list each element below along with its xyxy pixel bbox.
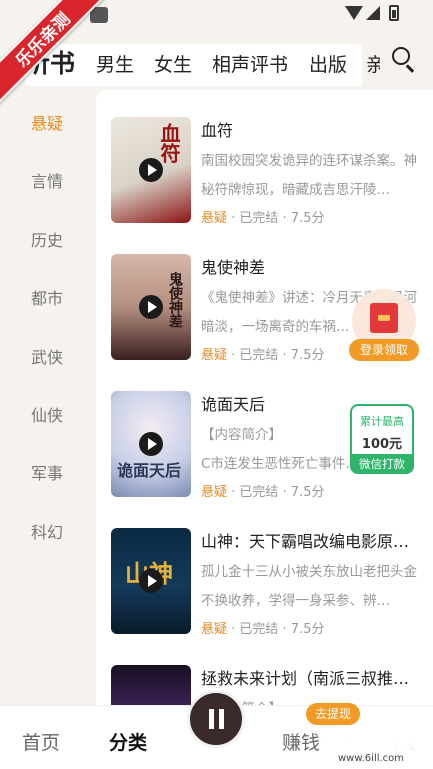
book-title: 拯救未来计划（南派三叔推… bbox=[201, 669, 410, 688]
sidebar-item-scifi[interactable]: 科幻 bbox=[0, 519, 96, 543]
book-title: 山神：天下霸唱改编电影原… bbox=[201, 532, 410, 551]
book-cover: 诡面天后 bbox=[111, 391, 191, 497]
play-icon bbox=[139, 158, 163, 182]
signal-icon bbox=[366, 6, 380, 20]
book-cover: 山神 bbox=[111, 528, 191, 634]
search-button[interactable] bbox=[392, 47, 418, 73]
sidebar-item-romance[interactable]: 言情 bbox=[0, 168, 96, 192]
sidebar-item-military[interactable]: 军事 bbox=[0, 460, 96, 484]
book-cover: 鬼使神差 bbox=[111, 254, 191, 360]
wechat-payout-button[interactable]: 微信打款 bbox=[350, 454, 414, 474]
site-watermark: 乐乐游戏 www.6ill.com bbox=[318, 726, 418, 765]
book-cover: 血符 bbox=[111, 117, 191, 223]
login-claim-button[interactable]: 登录领取 bbox=[349, 339, 419, 361]
tab-female[interactable]: 女生 bbox=[154, 50, 192, 77]
play-icon bbox=[139, 432, 163, 456]
book-item[interactable]: 山神 山神：天下霸唱改编电影原… 孤儿金十三从小被关东放山老把头金不换收养，学得… bbox=[96, 501, 433, 638]
nav-category[interactable]: 分类 bbox=[109, 728, 147, 755]
play-icon bbox=[139, 295, 163, 319]
book-meta: 悬疑 · 已完结 · 7.5分 bbox=[201, 622, 325, 637]
red-envelope-icon bbox=[370, 303, 398, 333]
book-description: 南国校园突发诡异的连环谋杀案。神秘符牌惊现，暗藏成吉思汗陵… bbox=[201, 153, 417, 198]
sidebar-item-urban[interactable]: 都市 bbox=[0, 285, 96, 309]
book-meta: 悬疑 · 已完结 · 7.5分 bbox=[201, 485, 325, 500]
payout-amount: 100元 bbox=[361, 437, 403, 452]
book-item[interactable]: 血符 血符 南国校园突发诡异的连环谋杀案。神秘符牌惊现，暗藏成吉思汗陵… 悬疑 … bbox=[96, 90, 433, 227]
book-meta: 悬疑 · 已完结 · 7.5分 bbox=[201, 211, 325, 226]
book-meta: 悬疑 · 已完结 · 7.5分 bbox=[201, 348, 325, 363]
book-list: 血符 血符 南国校园突发诡异的连环谋杀案。神秘符牌惊现，暗藏成吉思汗陵… 悬疑 … bbox=[96, 90, 433, 705]
nav-home[interactable]: 首页 bbox=[22, 728, 60, 755]
pause-icon bbox=[209, 709, 214, 729]
battery-icon bbox=[389, 5, 399, 21]
corner-ribbon: 乐乐亲测 bbox=[0, 0, 110, 110]
genre-sidebar: 悬疑 言情 历史 都市 武侠 仙侠 军事 科幻 bbox=[0, 90, 96, 705]
mini-player-button[interactable] bbox=[187, 690, 245, 748]
book-title: 鬼使神差 bbox=[201, 258, 266, 277]
payout-label: 累计最高 bbox=[360, 415, 404, 428]
wechat-payout-widget[interactable]: 累计最高 100元 微信打款 bbox=[350, 404, 414, 474]
book-title: 血符 bbox=[201, 121, 234, 140]
sidebar-item-suspense[interactable]: 悬疑 bbox=[0, 110, 96, 134]
sidebar-item-wuxia[interactable]: 武侠 bbox=[0, 344, 96, 368]
sidebar-item-xianxia[interactable]: 仙侠 bbox=[0, 402, 96, 426]
book-item[interactable]: 拯救未来计划（南派三叔推… 【内容简介】 bbox=[96, 638, 433, 705]
ribbon-text: 乐乐亲测 bbox=[0, 0, 110, 107]
wifi-icon bbox=[345, 6, 363, 20]
tab-parenting[interactable]: 亲 bbox=[366, 50, 380, 77]
nav-earn[interactable]: 赚钱 bbox=[282, 728, 320, 755]
book-cover bbox=[111, 665, 191, 705]
tab-published[interactable]: 出版 bbox=[309, 50, 347, 77]
sidebar-item-history[interactable]: 历史 bbox=[0, 227, 96, 251]
login-reward-widget[interactable]: 登录领取 bbox=[349, 289, 419, 363]
play-icon bbox=[139, 569, 163, 593]
tab-crosstalk[interactable]: 相声评书 bbox=[212, 50, 288, 77]
book-description: 孤儿金十三从小被关东放山老把头金不换收养，学得一身采参、辨… bbox=[201, 564, 417, 609]
search-icon bbox=[392, 47, 410, 65]
